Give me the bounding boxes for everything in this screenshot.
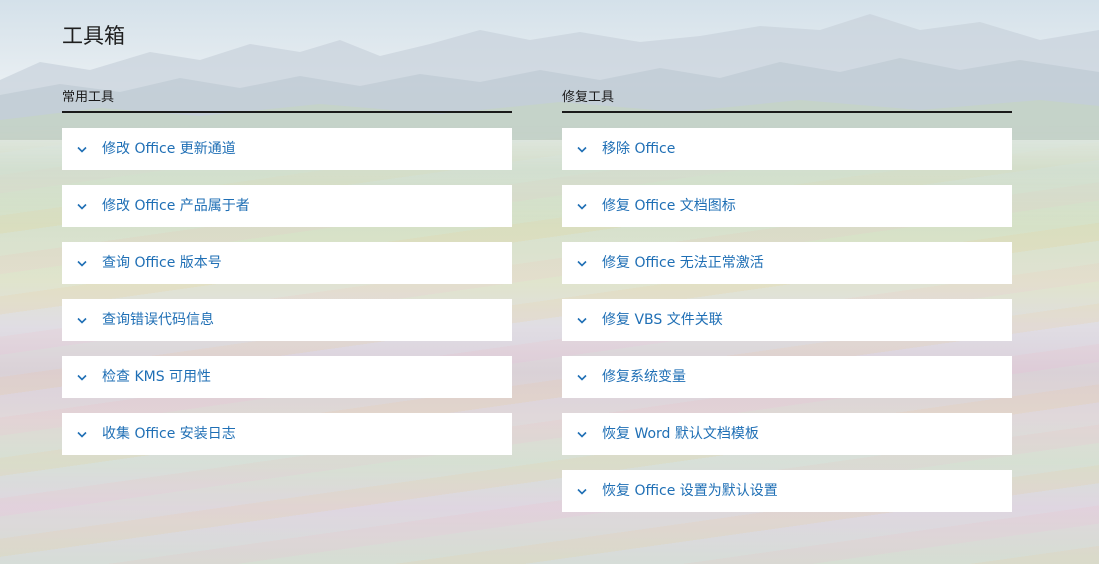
section-header: 常用工具 — [62, 88, 512, 113]
chevron-down-icon — [575, 142, 589, 156]
chevron-down-icon — [75, 427, 89, 441]
tool-item-label: 检查 KMS 可用性 — [102, 369, 212, 385]
chevron-down-icon — [575, 484, 589, 498]
tool-item-label: 修复系统变量 — [602, 369, 686, 385]
tool-item-repair-activation[interactable]: 修复 Office 无法正常激活 — [562, 242, 1012, 284]
page-title: 工具箱 — [62, 24, 125, 48]
chevron-down-icon — [575, 427, 589, 441]
tool-item-label: 查询错误代码信息 — [102, 312, 214, 328]
tool-item-change-update-channel[interactable]: 修改 Office 更新通道 — [62, 128, 512, 170]
chevron-down-icon — [75, 256, 89, 270]
chevron-down-icon — [575, 370, 589, 384]
tool-item-query-version[interactable]: 查询 Office 版本号 — [62, 242, 512, 284]
tool-item-label: 查询 Office 版本号 — [102, 255, 222, 271]
tool-item-label: 移除 Office — [602, 141, 676, 157]
tool-item-label: 修复 Office 无法正常激活 — [602, 255, 764, 271]
tool-item-repair-vbs-association[interactable]: 修复 VBS 文件关联 — [562, 299, 1012, 341]
tool-item-collect-install-logs[interactable]: 收集 Office 安装日志 — [62, 413, 512, 455]
tool-item-label: 恢复 Office 设置为默认设置 — [602, 483, 778, 499]
chevron-down-icon — [75, 142, 89, 156]
tool-item-label: 收集 Office 安装日志 — [102, 426, 236, 442]
tool-item-label: 修复 Office 文档图标 — [602, 198, 736, 214]
tool-item-restore-default-settings[interactable]: 恢复 Office 设置为默认设置 — [562, 470, 1012, 512]
section-common-tools: 常用工具 修改 Office 更新通道 修改 Office 产品属于者 查询 O… — [62, 88, 512, 470]
tool-item-remove-office[interactable]: 移除 Office — [562, 128, 1012, 170]
tool-item-label: 修改 Office 产品属于者 — [102, 198, 250, 214]
tool-item-query-error-code[interactable]: 查询错误代码信息 — [62, 299, 512, 341]
tool-item-label: 恢复 Word 默认文档模板 — [602, 426, 759, 442]
chevron-down-icon — [75, 370, 89, 384]
chevron-down-icon — [575, 313, 589, 327]
tool-item-change-product-owner[interactable]: 修改 Office 产品属于者 — [62, 185, 512, 227]
chevron-down-icon — [75, 313, 89, 327]
section-repair-tools: 修复工具 移除 Office 修复 Office 文档图标 修复 Office … — [562, 88, 1012, 527]
chevron-down-icon — [75, 199, 89, 213]
chevron-down-icon — [575, 199, 589, 213]
tool-item-check-kms[interactable]: 检查 KMS 可用性 — [62, 356, 512, 398]
chevron-down-icon — [575, 256, 589, 270]
tool-item-label: 修改 Office 更新通道 — [102, 141, 236, 157]
tool-item-repair-system-variables[interactable]: 修复系统变量 — [562, 356, 1012, 398]
tool-item-restore-word-template[interactable]: 恢复 Word 默认文档模板 — [562, 413, 1012, 455]
tool-list: 修改 Office 更新通道 修改 Office 产品属于者 查询 Office… — [62, 128, 512, 455]
tool-item-repair-document-icons[interactable]: 修复 Office 文档图标 — [562, 185, 1012, 227]
section-header: 修复工具 — [562, 88, 1012, 113]
tool-item-label: 修复 VBS 文件关联 — [602, 312, 723, 328]
tool-list: 移除 Office 修复 Office 文档图标 修复 Office 无法正常激… — [562, 128, 1012, 512]
